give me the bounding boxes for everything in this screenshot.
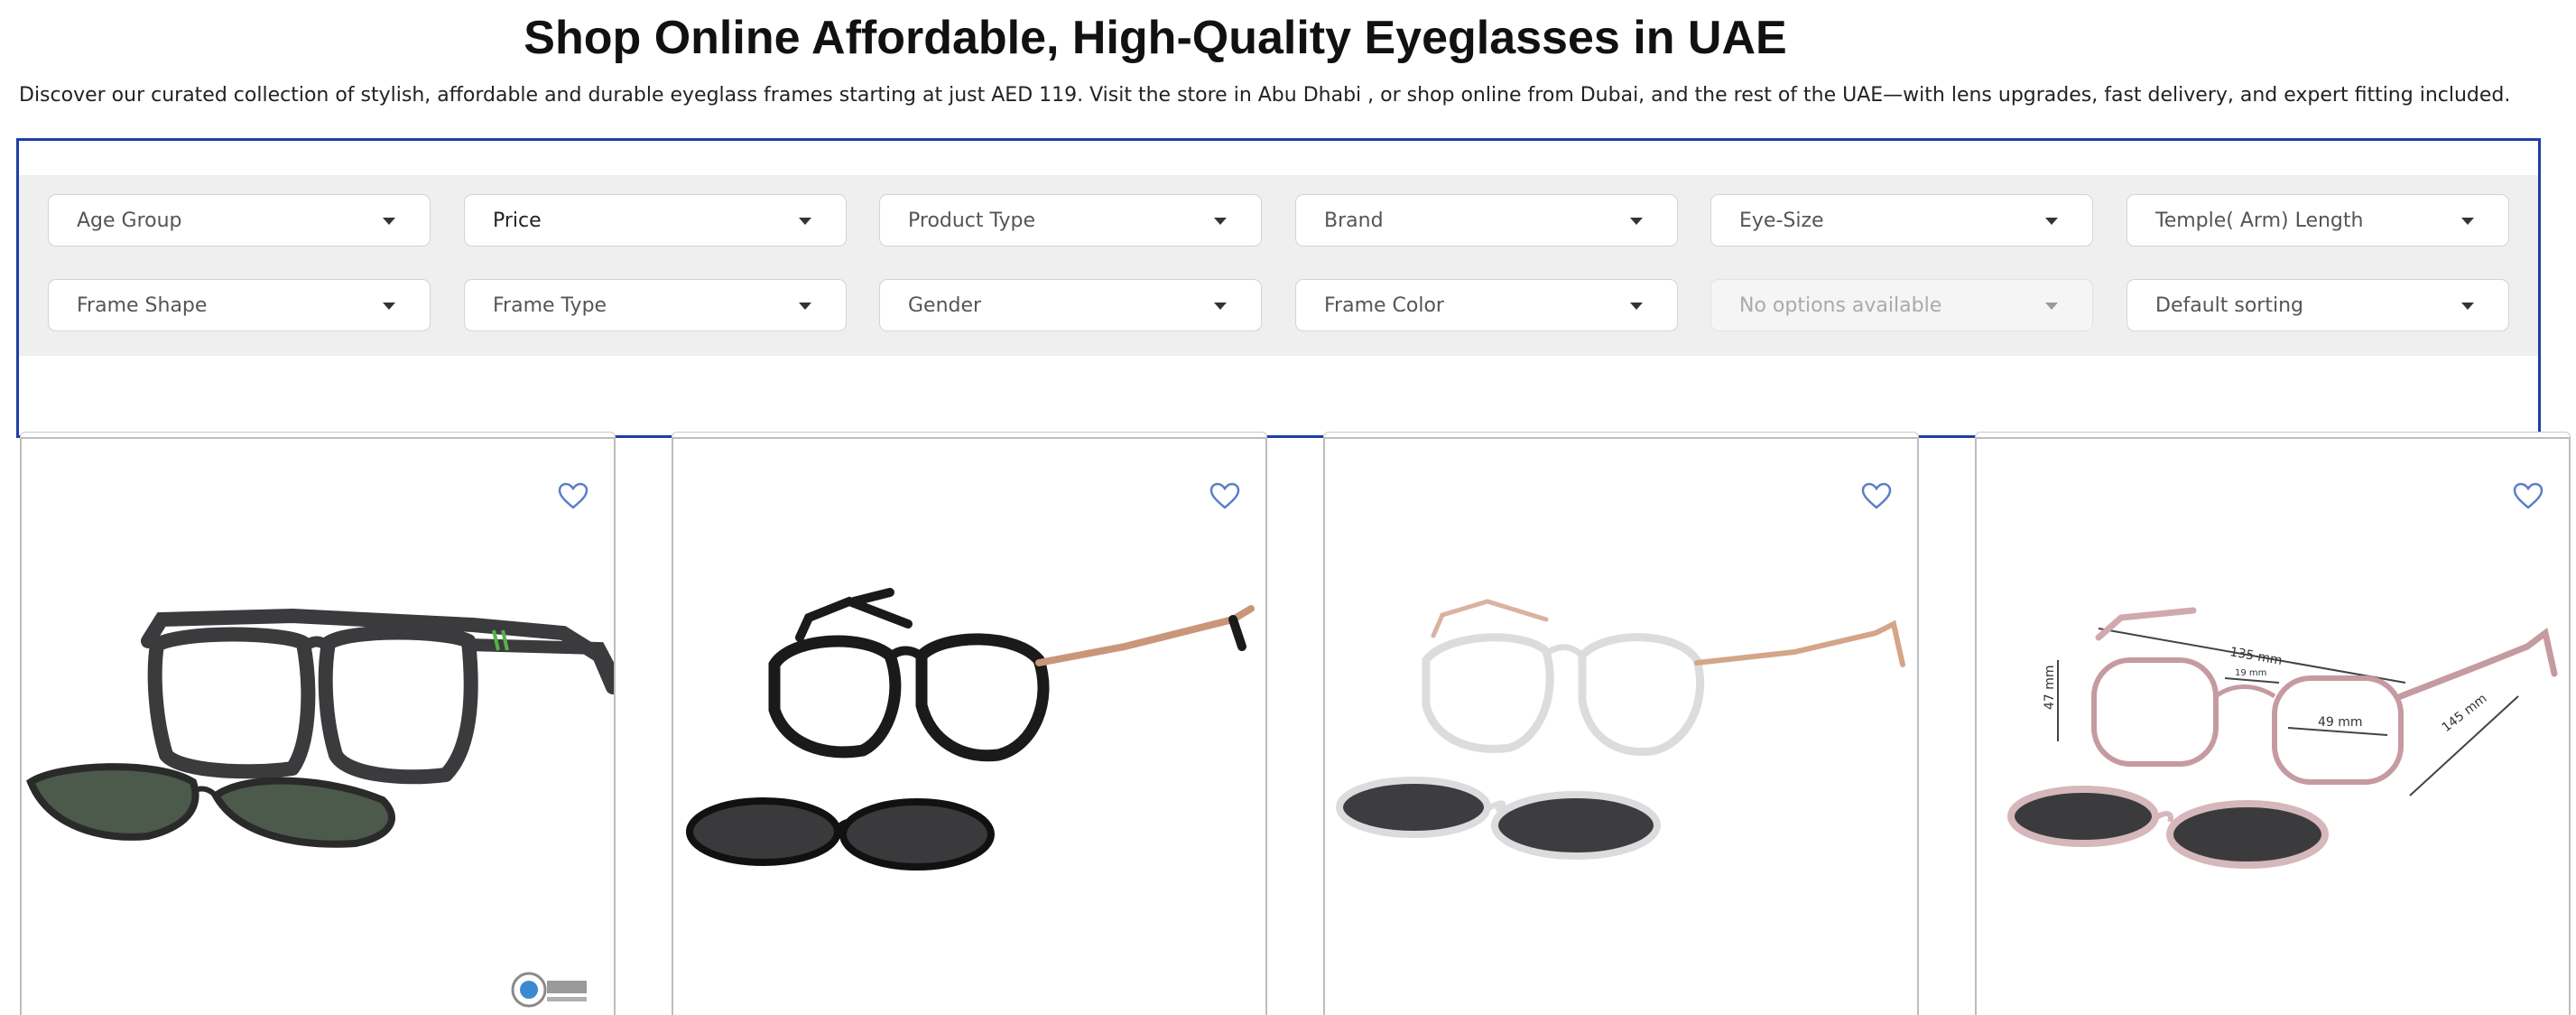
chevron-down-icon: [799, 218, 811, 225]
product-type-select[interactable]: Product Type: [879, 194, 1262, 247]
price-label: Price: [493, 209, 542, 232]
chevron-down-icon: [2461, 218, 2474, 225]
product-image[interactable]: [673, 439, 1265, 992]
chevron-down-icon: [1214, 218, 1227, 225]
gender-select[interactable]: Gender: [879, 279, 1262, 331]
empty-options-select: No options available: [1710, 279, 2093, 331]
chevron-down-icon: [1630, 218, 1643, 225]
filter-panel: Age Group Price Product Type Brand Eye-S…: [16, 138, 2541, 438]
product-image[interactable]: [1325, 439, 1917, 992]
chevron-down-icon: [2045, 303, 2058, 310]
sort-label: Default sorting: [2155, 293, 2303, 317]
temple-length-label: Temple( Arm) Length: [2155, 209, 2364, 232]
frame-shape-label: Frame Shape: [77, 293, 208, 317]
filter-bar: Age Group Price Product Type Brand Eye-S…: [19, 175, 2538, 356]
height-measure-label: 47 mm: [2043, 665, 2057, 710]
chevron-down-icon: [2461, 303, 2474, 310]
chevron-down-icon: [383, 303, 395, 310]
brand-select[interactable]: Brand: [1295, 194, 1678, 247]
chevron-down-icon: [383, 218, 395, 225]
chevron-down-icon: [1214, 303, 1227, 310]
width-measure-label: 135 mm: [2229, 645, 2283, 668]
frame-type-select[interactable]: Frame Type: [464, 279, 847, 331]
gender-label: Gender: [908, 293, 982, 317]
frame-color-label: Frame Color: [1324, 293, 1444, 317]
product-card[interactable]: 135 mm 47 mm 19 mm 49 mm 145 mm: [1975, 437, 2571, 1015]
age-group-select[interactable]: Age Group: [48, 194, 431, 247]
product-image[interactable]: 135 mm 47 mm 19 mm 49 mm 145 mm: [1977, 439, 2569, 992]
chevron-down-icon: [799, 303, 811, 310]
product-card[interactable]: [20, 437, 616, 1015]
chevron-down-icon: [1630, 303, 1643, 310]
product-image[interactable]: [22, 439, 614, 992]
frame-shape-select[interactable]: Frame Shape: [48, 279, 431, 331]
age-group-label: Age Group: [77, 209, 182, 232]
product-type-label: Product Type: [908, 209, 1036, 232]
eye-size-select[interactable]: Eye-Size: [1710, 194, 2093, 247]
chevron-down-icon: [2045, 218, 2058, 225]
sort-select[interactable]: Default sorting: [2127, 279, 2509, 331]
page-description: Discover our curated collection of styli…: [19, 84, 2511, 107]
bridge-measure-label: 19 mm: [2235, 668, 2266, 678]
product-card[interactable]: [1323, 437, 1919, 1015]
page-title: Shop Online Affordable, High-Quality Eye…: [524, 12, 1787, 64]
temple-length-select[interactable]: Temple( Arm) Length: [2127, 194, 2509, 247]
frame-color-select[interactable]: Frame Color: [1295, 279, 1678, 331]
eye-size-label: Eye-Size: [1739, 209, 1824, 232]
price-select[interactable]: Price: [464, 194, 847, 247]
brand-label: Brand: [1324, 209, 1384, 232]
frame-type-label: Frame Type: [493, 293, 607, 317]
optic-one-logo-icon: [511, 972, 587, 1008]
product-card[interactable]: [672, 437, 1267, 1015]
no-options-label: No options available: [1739, 293, 1942, 317]
lens-measure-label: 49 mm: [2318, 715, 2363, 730]
